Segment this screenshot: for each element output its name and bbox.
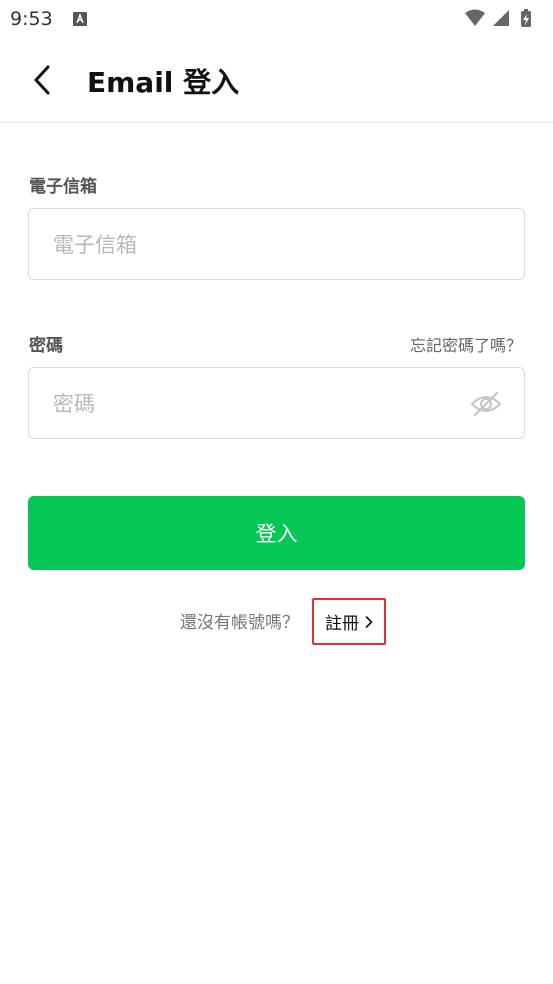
cellular-signal-icon — [493, 10, 509, 26]
back-button[interactable] — [24, 60, 60, 100]
password-field-container — [28, 367, 525, 440]
register-button[interactable]: 註冊 — [312, 598, 386, 645]
app-header: Email 登入 — [0, 38, 553, 123]
status-icons — [463, 8, 543, 30]
eye-off-icon[interactable] — [470, 390, 502, 418]
email-field-container — [28, 208, 525, 281]
email-field[interactable] — [51, 209, 455, 281]
password-field[interactable] — [51, 368, 455, 440]
chevron-right-icon — [365, 615, 373, 628]
register-row: 還沒有帳號嗎？ 註冊 — [0, 598, 553, 645]
chevron-left-icon — [34, 65, 50, 95]
register-label: 註冊 — [325, 614, 359, 634]
no-account-text: 還沒有帳號嗎？ — [180, 613, 299, 633]
battery-charging-icon — [521, 9, 531, 27]
status-time: 9:53 — [10, 8, 53, 30]
a-notification-icon — [73, 11, 87, 26]
page-title: Email 登入 — [87, 66, 240, 99]
password-label: 密碼 — [29, 336, 63, 356]
status-bar: 9:53 — [0, 0, 553, 38]
wifi-icon — [465, 9, 485, 26]
login-button[interactable]: 登入 — [28, 496, 525, 570]
email-label: 電子信箱 — [29, 177, 97, 197]
forgot-password-link[interactable]: 忘記密碼了嗎？ — [410, 332, 522, 356]
